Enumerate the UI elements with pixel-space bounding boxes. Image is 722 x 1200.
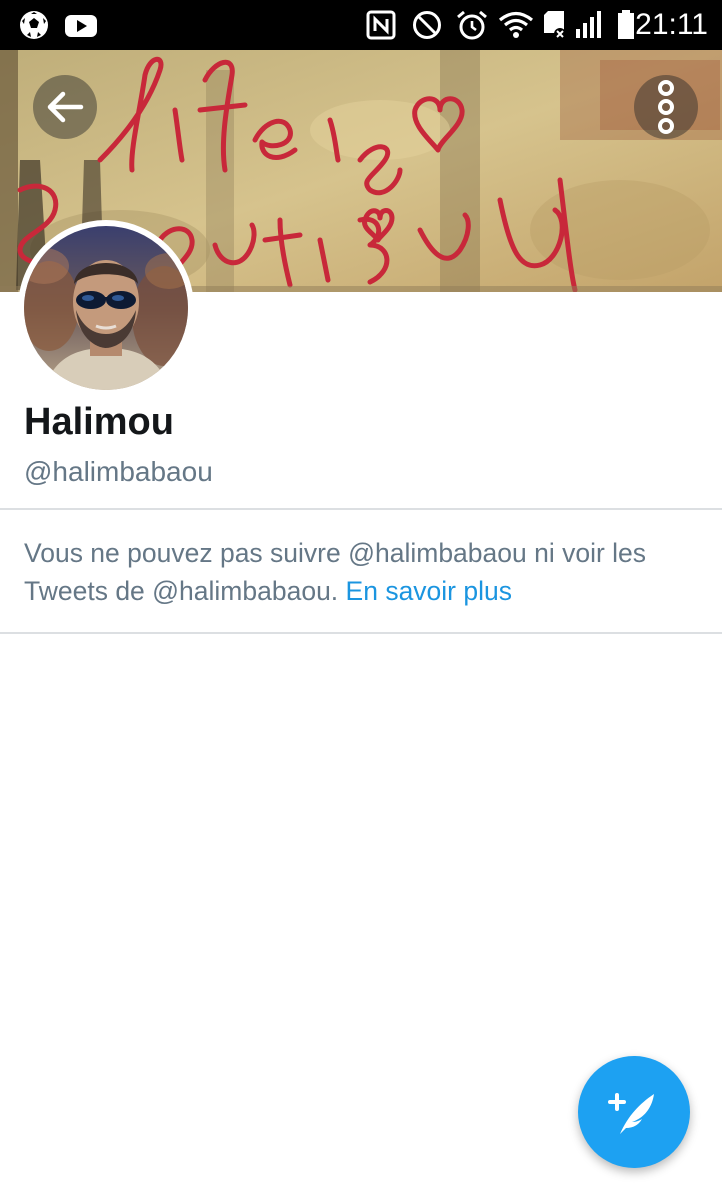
more-vertical-icon xyxy=(658,80,674,134)
wifi-icon xyxy=(498,11,534,38)
compose-tweet-button[interactable] xyxy=(578,1056,690,1168)
profile-screen: 21:11 Halimou @halimbabaou Vous ne pouve… xyxy=(0,0,722,1200)
blocked-notice: Vous ne pouvez pas suivre @halimbabaou n… xyxy=(24,534,704,610)
youtube-icon xyxy=(65,15,97,37)
sd-card-icon xyxy=(544,11,566,40)
battery-icon xyxy=(618,10,634,39)
nfc-icon xyxy=(366,10,396,40)
divider-bottom xyxy=(0,632,722,634)
signal-icon xyxy=(576,11,601,38)
back-arrow-icon xyxy=(47,91,84,123)
blocked-notice-text: Vous ne pouvez pas suivre @halimbabaou n… xyxy=(24,538,647,606)
learn-more-link[interactable]: En savoir plus xyxy=(346,576,512,606)
soccer-ball-icon xyxy=(20,11,48,39)
status-bar: 21:11 xyxy=(0,0,722,50)
compose-tweet-icon xyxy=(608,1093,654,1134)
more-options-button[interactable] xyxy=(634,75,698,139)
profile-avatar[interactable] xyxy=(18,220,194,396)
status-time: 21:11 xyxy=(635,8,708,41)
divider-top xyxy=(0,508,722,510)
alarm-icon xyxy=(457,10,487,40)
profile-handle: @halimbabaou xyxy=(24,456,213,487)
avatar-image xyxy=(24,226,188,390)
display-name: Halimou xyxy=(24,401,174,443)
do-not-disturb-icon xyxy=(413,11,441,39)
back-button[interactable] xyxy=(33,75,97,139)
